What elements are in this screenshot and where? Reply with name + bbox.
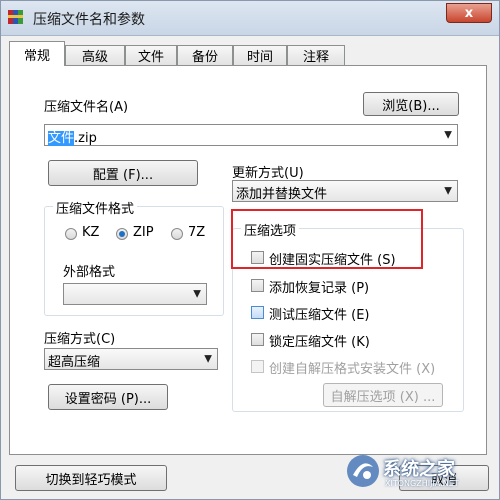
title-bar: 压缩文件名和参数 x bbox=[1, 1, 499, 36]
compression-method-label: 压缩方式(C) bbox=[44, 332, 116, 347]
format-label-kz: KZ bbox=[82, 225, 100, 240]
watermark-logo-icon bbox=[347, 455, 379, 487]
archive-name-extension: .zip bbox=[74, 131, 97, 146]
tab-files[interactable]: 文件 bbox=[125, 45, 177, 65]
profiles-button[interactable]: 配置 (F)... bbox=[48, 160, 198, 186]
chevron-down-icon: ▼ bbox=[204, 353, 212, 365]
window-title: 压缩文件名和参数 bbox=[33, 12, 145, 28]
dialog-window: 压缩文件名和参数 x 常规 高级 文件 备份 时间 注释 压缩文件名(A) 浏览… bbox=[0, 0, 500, 500]
chevron-down-icon[interactable]: ▼ bbox=[444, 130, 452, 141]
format-radio-7z[interactable] bbox=[171, 228, 183, 240]
watermark-url: XITONGZHIJIA.NET bbox=[385, 479, 459, 488]
close-icon: x bbox=[464, 5, 474, 21]
test-archive-checkbox[interactable] bbox=[251, 306, 264, 319]
recovery-record-label: 添加恢复记录 (P) bbox=[269, 281, 370, 296]
update-mode-label: 更新方式(U) bbox=[232, 166, 304, 181]
switch-light-mode-button[interactable]: 切换到轻巧模式 bbox=[15, 465, 167, 491]
format-radio-kz[interactable] bbox=[65, 228, 77, 240]
site-watermark: 系统之家 XITONGZHIJIA.NET bbox=[343, 449, 493, 497]
tab-general[interactable]: 常规 bbox=[9, 41, 65, 66]
chevron-down-icon: ▼ bbox=[444, 185, 452, 197]
sfx-archive-label: 创建自解压格式安装文件 (X) bbox=[269, 362, 436, 377]
browse-button[interactable]: 浏览(B)... bbox=[363, 92, 459, 116]
external-format-select[interactable]: ▼ bbox=[63, 283, 207, 305]
watermark-text: 系统之家 bbox=[383, 459, 455, 480]
external-format-label: 外部格式 bbox=[63, 265, 116, 280]
lock-archive-label: 锁定压缩文件 (K) bbox=[269, 335, 370, 350]
format-label-zip: ZIP bbox=[133, 225, 154, 240]
update-mode-select[interactable]: 添加并替换文件 ▼ bbox=[232, 180, 458, 202]
tab-time[interactable]: 时间 bbox=[233, 45, 287, 65]
close-button[interactable]: x bbox=[446, 3, 492, 23]
tab-comment[interactable]: 注释 bbox=[287, 45, 345, 65]
lock-archive-checkbox[interactable] bbox=[251, 333, 264, 346]
compression-method-select[interactable]: 超高压缩 ▼ bbox=[44, 348, 218, 370]
archive-format-title: 压缩文件格式 bbox=[53, 198, 138, 217]
sfx-options-button[interactable]: 自解压选项 (X) ... bbox=[323, 383, 443, 407]
tab-advanced[interactable]: 高级 bbox=[65, 45, 125, 65]
sfx-archive-checkbox[interactable] bbox=[251, 360, 264, 373]
recovery-record-checkbox[interactable] bbox=[251, 279, 264, 292]
tab-backup[interactable]: 备份 bbox=[177, 45, 233, 65]
archive-format-group: 压缩文件格式 KZ ZIP 7Z 外部格式 ▼ bbox=[44, 198, 224, 316]
format-radio-zip[interactable] bbox=[116, 228, 128, 240]
archive-name-selected-text: 文件 bbox=[48, 131, 75, 146]
archive-name-input[interactable]: 文件.zip ▼ bbox=[44, 124, 458, 146]
set-password-button[interactable]: 设置密码 (P)... bbox=[48, 384, 168, 410]
chevron-down-icon: ▼ bbox=[193, 288, 201, 300]
test-archive-label: 测试压缩文件 (E) bbox=[269, 308, 370, 323]
archive-name-label: 压缩文件名(A) bbox=[44, 100, 129, 115]
highlight-annotation-box bbox=[231, 209, 423, 269]
format-label-7z: 7Z bbox=[188, 225, 206, 240]
winrar-app-icon bbox=[8, 10, 23, 24]
